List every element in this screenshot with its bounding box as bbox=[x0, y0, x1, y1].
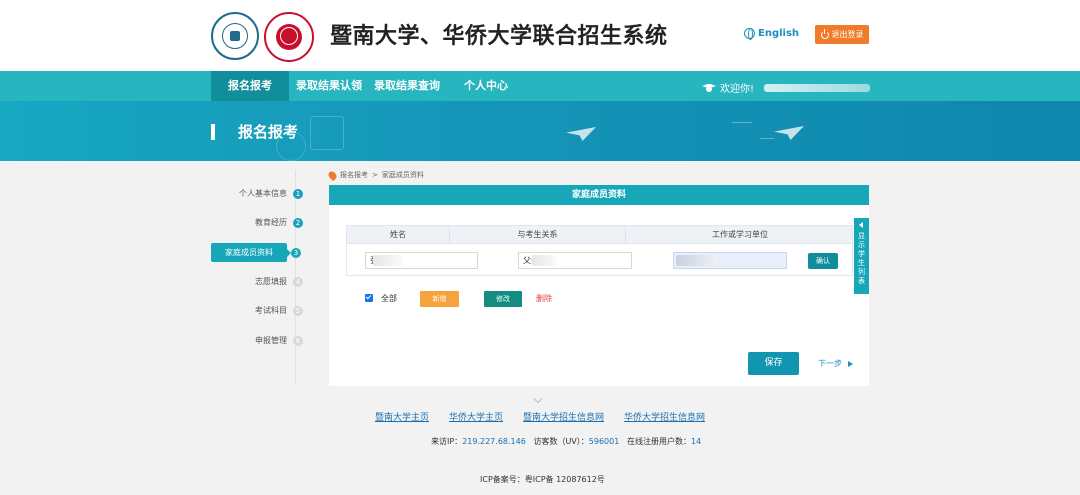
page-banner: 报名报考 bbox=[0, 101, 1080, 161]
logout-button[interactable]: 退出登录 bbox=[815, 25, 869, 44]
step-number: 1 bbox=[293, 188, 303, 199]
footer-link-jnu-admission[interactable]: 暨南大学招生信息网 bbox=[523, 410, 604, 423]
show-student-list-tab[interactable]: 显示学生列表 bbox=[854, 218, 869, 294]
step-label: 个人基本信息 bbox=[239, 189, 287, 198]
nav-item-admission-query[interactable]: 录取结果查询 bbox=[374, 71, 440, 101]
next-step-label: 下一步 bbox=[818, 359, 842, 368]
step-education[interactable]: 教育经历 2 bbox=[211, 213, 303, 232]
globe-icon bbox=[744, 28, 755, 40]
banner-decoration bbox=[310, 116, 344, 150]
column-header-name: 姓名 bbox=[390, 230, 406, 239]
step-exam-subjects[interactable]: 考试科目 5 bbox=[211, 301, 303, 320]
paper-plane-icon bbox=[566, 127, 596, 141]
footer-links: 暨南大学主页 华侨大学主页 暨南大学招生信息网 华侨大学招生信息网 bbox=[375, 410, 705, 423]
chevron-down-icon bbox=[533, 394, 543, 404]
icp-record: ICP备案号：粤ICP备 12087612号 bbox=[480, 475, 605, 484]
nav-item-admission-claim[interactable]: 录取结果认领 bbox=[296, 71, 362, 101]
step-number: 6 bbox=[293, 335, 303, 346]
location-pin-icon bbox=[326, 169, 339, 181]
step-volunteer[interactable]: 志愿填报 4 bbox=[211, 272, 303, 291]
step-label: 志愿填报 bbox=[255, 277, 287, 286]
delete-button[interactable]: 删除 bbox=[536, 293, 552, 304]
breadcrumb-separator: > bbox=[372, 171, 378, 179]
triangle-right-icon bbox=[848, 360, 853, 367]
nav-item-apply[interactable]: 报名报考 bbox=[211, 71, 289, 101]
huaqiao-university-logo bbox=[264, 12, 314, 62]
footer-link-hqu-admission[interactable]: 华侨大学招生信息网 bbox=[624, 410, 705, 423]
redacted-relation bbox=[532, 255, 556, 266]
language-switch[interactable]: English bbox=[744, 28, 800, 40]
welcome-message: 欢迎你! bbox=[702, 80, 754, 95]
nav-item-personal-center[interactable]: 个人中心 bbox=[461, 71, 511, 101]
banner-decoration bbox=[732, 122, 752, 123]
ip-value: 219.227.68.146 bbox=[462, 437, 526, 446]
site-title: 暨南大学、华侨大学联合招生系统 bbox=[330, 23, 668, 49]
step-label: 教育经历 bbox=[255, 218, 287, 227]
select-all-checkbox[interactable] bbox=[365, 294, 373, 302]
uv-label: 访客数（UV）： bbox=[533, 437, 589, 446]
power-icon bbox=[820, 28, 829, 39]
welcome-text: 欢迎你! bbox=[720, 84, 755, 95]
ip-label: 来访IP： bbox=[431, 437, 463, 446]
step-label: 家庭成员资料 bbox=[225, 248, 273, 257]
banner-decoration bbox=[760, 138, 774, 139]
table-header: 姓名 与考生关系 工作或学习单位 bbox=[346, 225, 853, 244]
breadcrumb-root[interactable]: 报名报考 bbox=[340, 170, 368, 180]
main-nav: 报名报考 录取结果认领 录取结果查询 个人中心 欢迎你! bbox=[0, 71, 1080, 101]
step-application-management[interactable]: 申报管理 6 bbox=[211, 331, 303, 350]
redacted-work-unit bbox=[676, 255, 718, 266]
step-personal-info[interactable]: 个人基本信息 1 bbox=[211, 184, 303, 203]
jinan-university-logo bbox=[211, 12, 259, 60]
step-number: 2 bbox=[293, 217, 303, 228]
edit-button[interactable]: 修改 bbox=[484, 291, 522, 307]
redacted-name bbox=[373, 255, 403, 266]
confirm-button[interactable]: 确认 bbox=[808, 253, 838, 269]
step-number: 3 bbox=[291, 248, 301, 258]
footer-link-jnu[interactable]: 暨南大学主页 bbox=[375, 410, 429, 423]
save-button[interactable]: 保存 bbox=[748, 352, 799, 375]
visit-stats: 来访IP：219.227.68.146 访客数（UV）：596001 在线注册用… bbox=[431, 436, 701, 447]
logout-label: 退出登录 bbox=[831, 30, 864, 39]
online-value: 14 bbox=[690, 437, 702, 446]
triangle-left-icon bbox=[859, 222, 863, 228]
username-redacted bbox=[764, 84, 870, 92]
step-label: 申报管理 bbox=[255, 336, 287, 345]
select-all-label: 全部 bbox=[381, 294, 397, 303]
step-label: 考试科目 bbox=[255, 306, 287, 315]
graduation-cap-icon bbox=[702, 84, 716, 92]
column-header-work: 工作或学习单位 bbox=[712, 230, 768, 239]
banner-title-bar bbox=[211, 124, 215, 140]
panel-title: 家庭成员资料 bbox=[329, 185, 869, 205]
column-header-relation: 与考生关系 bbox=[517, 230, 558, 239]
add-button[interactable]: 新增 bbox=[420, 291, 459, 307]
step-number: 4 bbox=[293, 276, 303, 287]
footer-link-hqu[interactable]: 华侨大学主页 bbox=[449, 410, 503, 423]
paper-plane-icon bbox=[774, 126, 804, 140]
step-family-members[interactable]: 家庭成员资料 bbox=[211, 243, 287, 262]
uv-value: 596001 bbox=[588, 437, 620, 446]
step-number: 5 bbox=[293, 305, 303, 316]
online-label: 在线注册用户数： bbox=[626, 437, 691, 446]
breadcrumb: 报名报考 > 家庭成员资料 bbox=[326, 169, 424, 181]
breadcrumb-current: 家庭成员资料 bbox=[381, 171, 424, 179]
next-step-button[interactable]: 下一步 bbox=[818, 358, 853, 369]
language-label: English bbox=[758, 28, 800, 39]
site-header: 暨南大学、华侨大学联合招生系统 English 退出登录 bbox=[0, 0, 1080, 71]
side-tab-label: 显示学生列表 bbox=[858, 232, 865, 285]
banner-title: 报名报考 bbox=[238, 123, 299, 141]
